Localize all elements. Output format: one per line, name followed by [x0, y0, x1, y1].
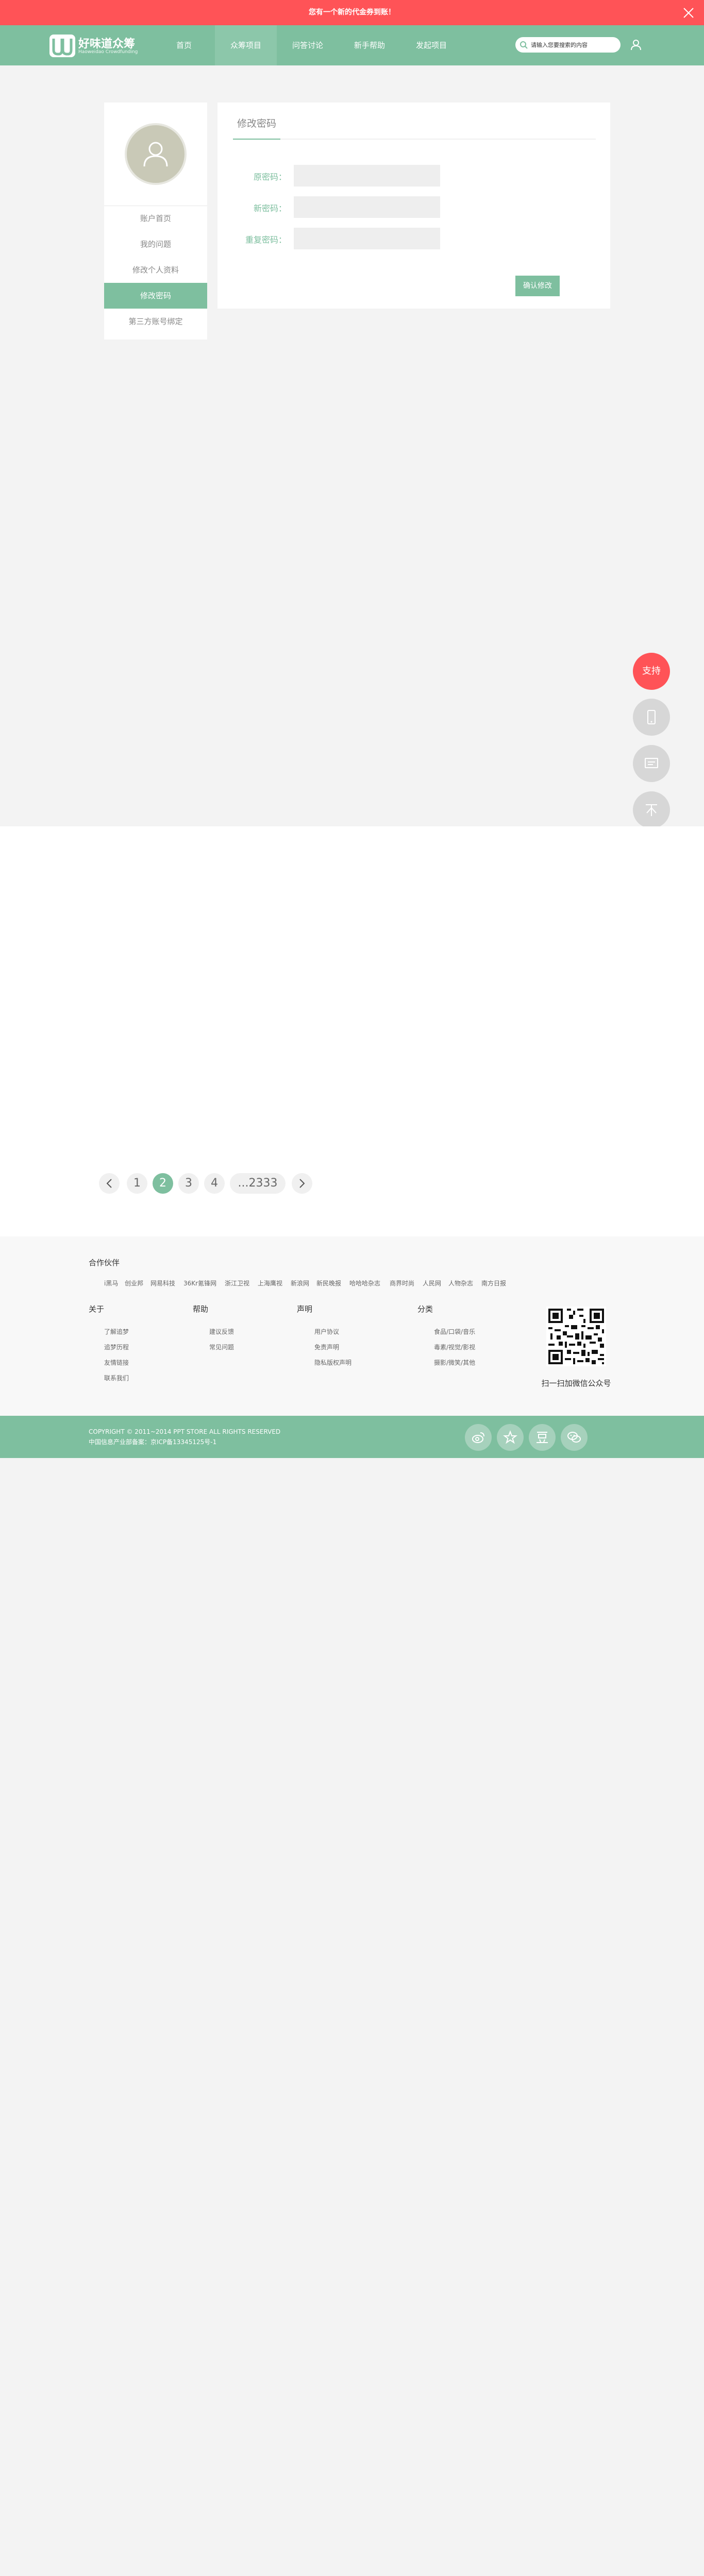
- wechat-icon: [567, 1432, 581, 1443]
- new-password-field[interactable]: [294, 196, 440, 218]
- partner-link[interactable]: 浙江卫视: [225, 1279, 249, 1287]
- partner-link[interactable]: 新民晚报: [316, 1279, 341, 1287]
- star-button[interactable]: [497, 1424, 524, 1451]
- user-icon[interactable]: [630, 39, 642, 51]
- footer-link[interactable]: 摄影/微笑/其他: [434, 1358, 475, 1367]
- footer-link[interactable]: 了解追梦: [104, 1327, 129, 1336]
- search-box: [515, 37, 621, 53]
- prev-page-button[interactable]: [99, 1173, 120, 1194]
- footer-col-title-category: 分类: [417, 1304, 433, 1314]
- wechat-button[interactable]: [561, 1424, 588, 1451]
- brand-subtitle: Haoweidao Crowdfunding: [78, 49, 138, 55]
- confirm-button[interactable]: 确认修改: [515, 276, 560, 296]
- user-avatar-icon: [143, 142, 168, 167]
- repeat-password-field[interactable]: [294, 228, 440, 249]
- star-icon: [503, 1430, 517, 1444]
- logo-icon: [49, 35, 75, 57]
- page-button[interactable]: 3: [178, 1173, 199, 1194]
- icp-text: 中国信息产业部备案：京ICP备13345125号-1: [89, 1438, 217, 1446]
- phone-button[interactable]: [633, 699, 670, 736]
- footer-link[interactable]: 隐私版权声明: [314, 1358, 351, 1367]
- old-password-label: 原密码：: [253, 172, 287, 182]
- nav-item-launch[interactable]: 发起项目: [400, 25, 462, 65]
- main-nav: 好味道众筹 Haoweidao Crowdfunding 首页 众筹项目 问答讨…: [0, 25, 704, 65]
- close-icon[interactable]: [682, 7, 695, 19]
- new-password-label: 新密码：: [253, 204, 287, 213]
- footer-link[interactable]: 建议反馈: [209, 1327, 234, 1336]
- wechat-qr-code: [546, 1307, 606, 1366]
- search-input[interactable]: [531, 37, 617, 53]
- sidebar-item-my-questions[interactable]: 我的问题: [104, 231, 207, 257]
- avatar[interactable]: [125, 123, 187, 185]
- brand-name: 好味道众筹: [78, 38, 136, 50]
- partner-link[interactable]: 36Kr氪锋网: [183, 1279, 216, 1287]
- account-sidebar: 账户首页 我的问题 修改个人资料 修改密码 第三方账号绑定: [104, 103, 207, 340]
- back-to-top-button[interactable]: [633, 791, 670, 828]
- back-to-top-icon: [646, 804, 657, 816]
- old-password-field[interactable]: [294, 165, 440, 187]
- nav-item-help[interactable]: 新手帮助: [339, 25, 400, 65]
- repeat-password-label: 重复密码：: [245, 235, 287, 245]
- footer-col-title-about: 关于: [89, 1304, 105, 1314]
- next-page-button[interactable]: [292, 1173, 312, 1194]
- qr-caption: 扫一扫加微信公众号: [541, 1379, 611, 1388]
- phone-icon: [647, 710, 656, 724]
- nav-item-projects[interactable]: 众筹项目: [215, 25, 277, 65]
- footer-link[interactable]: 食品/口袋/音乐: [434, 1327, 475, 1336]
- footer-link[interactable]: 友情链接: [104, 1358, 129, 1367]
- footer-bar: COPYRIGHT © 2011~2014 PPT STORE ALL RIGH…: [0, 1416, 704, 1458]
- copyright-text: COPYRIGHT © 2011~2014 PPT STORE ALL RIGH…: [89, 1428, 281, 1435]
- page-button-current[interactable]: 2: [153, 1173, 173, 1194]
- weibo-button[interactable]: [465, 1424, 492, 1451]
- panel-title-underline: [233, 139, 280, 140]
- search-icon[interactable]: [519, 41, 528, 49]
- footer-link[interactable]: 追梦历程: [104, 1343, 129, 1351]
- partner-link[interactable]: 人物杂志: [448, 1279, 473, 1287]
- partner-link[interactable]: 网易科技: [150, 1279, 175, 1287]
- message-button[interactable]: [633, 745, 670, 782]
- message-icon: [645, 758, 658, 768]
- sidebar-item-account-home[interactable]: 账户首页: [104, 206, 207, 231]
- page-button[interactable]: 4: [204, 1173, 225, 1194]
- nav-item-home[interactable]: 首页: [153, 25, 215, 65]
- footer-link[interactable]: 免责声明: [314, 1343, 339, 1351]
- partner-link[interactable]: 创业邦: [125, 1279, 143, 1287]
- chevron-left-icon: [106, 1179, 112, 1188]
- partner-link[interactable]: 新浪网: [291, 1279, 309, 1287]
- footer-link[interactable]: 用户协议: [314, 1327, 339, 1336]
- notification-banner: 您有一个新的代金券到账！: [0, 0, 704, 25]
- partner-link[interactable]: 上海鹰视: [258, 1279, 282, 1287]
- footer: 合作伙伴 i黑马 创业邦 网易科技 36Kr氪锋网 浙江卫视 上海鹰视 新浪网 …: [0, 1236, 704, 1416]
- partner-link[interactable]: 哈哈哈杂志: [349, 1279, 380, 1287]
- weibo-icon: [472, 1432, 484, 1443]
- page-button[interactable]: 1: [127, 1173, 147, 1194]
- chevron-right-icon: [299, 1179, 305, 1188]
- last-page-button[interactable]: ...2333: [230, 1173, 286, 1194]
- partner-link[interactable]: i黑马: [104, 1279, 118, 1287]
- sidebar-item-change-password[interactable]: 修改密码: [104, 283, 207, 309]
- support-label: 支持: [642, 666, 661, 676]
- support-button[interactable]: 支持: [633, 653, 670, 690]
- footer-link[interactable]: 联系我们: [104, 1374, 129, 1382]
- banner-text: 您有一个新的代金券到账！: [309, 8, 395, 16]
- footer-link[interactable]: 毒素/视觉/影视: [434, 1343, 475, 1351]
- partner-link[interactable]: 商界时尚: [390, 1279, 414, 1287]
- nav-item-qa[interactable]: 问答讨论: [277, 25, 339, 65]
- footer-col-title-statement: 声明: [297, 1304, 313, 1314]
- partner-link[interactable]: 人民网: [423, 1279, 441, 1287]
- logo[interactable]: 好味道众筹 Haoweidao Crowdfunding: [49, 35, 147, 57]
- douban-icon: [537, 1432, 548, 1443]
- partners-title: 合作伙伴: [89, 1258, 120, 1267]
- footer-link[interactable]: 常见问题: [209, 1343, 234, 1351]
- footer-col-title-help: 帮助: [193, 1304, 209, 1314]
- change-password-panel: 修改密码 原密码： 新密码： 重复密码： 确认修改: [217, 103, 610, 309]
- sidebar-item-third-party[interactable]: 第三方账号绑定: [104, 309, 207, 334]
- sidebar-item-edit-profile[interactable]: 修改个人资料: [104, 257, 207, 283]
- douban-button[interactable]: [529, 1424, 556, 1451]
- partner-link[interactable]: 南方日报: [481, 1279, 506, 1287]
- panel-title: 修改密码: [237, 118, 277, 129]
- panel-divider: [233, 139, 596, 140]
